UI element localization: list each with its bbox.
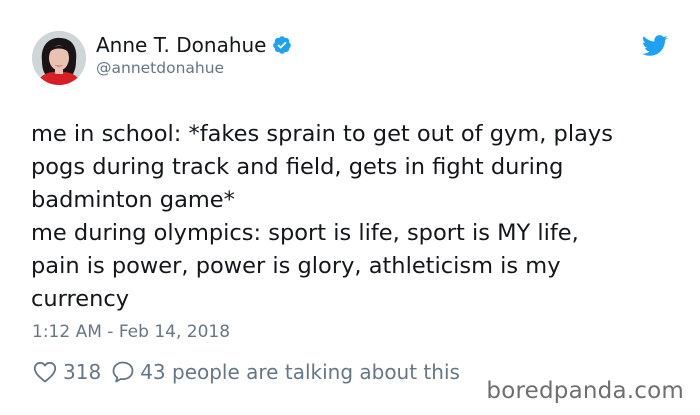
like-count[interactable]: 318 <box>63 360 101 384</box>
verified-badge-icon <box>273 36 292 54</box>
tweet-actions: 318 43 people are talking about this <box>33 358 460 386</box>
timestamp[interactable]: 1:12 AM - Feb 14, 2018 <box>32 322 230 342</box>
tweet-text-line: pogs during track and field, gets in fig… <box>31 154 564 180</box>
talking-about-link[interactable]: 43 people are talking about this <box>140 360 460 384</box>
tweet-text-line: currency <box>31 286 130 312</box>
heart-outline-icon[interactable] <box>33 361 57 383</box>
tweet-text-line: badminton game* <box>31 187 235 213</box>
avatar-image <box>32 31 86 85</box>
display-name[interactable]: Anne T. Donahue <box>96 33 266 57</box>
watermark: boredpanda.com <box>486 378 684 404</box>
tweet-text-line: me in school: *fakes sprain to get out o… <box>31 121 613 147</box>
tweet-text-line: pain is power, power is glory, athletici… <box>31 253 561 279</box>
tweet-text-line: me during olympics: sport is life, sport… <box>31 220 579 246</box>
tweet-card: Anne T. Donahue @annetdonahue me in scho… <box>0 0 700 415</box>
avatar[interactable] <box>32 31 86 85</box>
speech-bubble-icon[interactable] <box>111 360 135 384</box>
display-name-row[interactable]: Anne T. Donahue <box>96 33 292 57</box>
tweet-text: me in school: *fakes sprain to get out o… <box>31 118 681 316</box>
twitter-bird-icon[interactable] <box>642 35 668 57</box>
handle[interactable]: @annetdonahue <box>96 59 224 77</box>
